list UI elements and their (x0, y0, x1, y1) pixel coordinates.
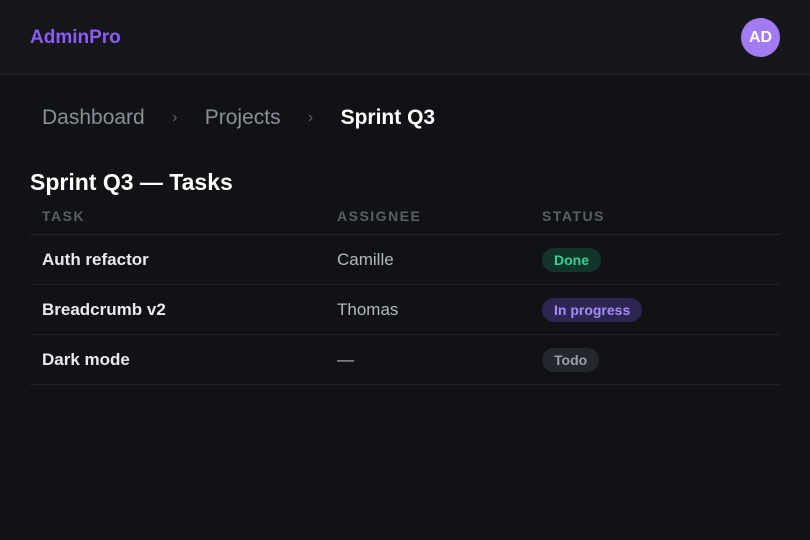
page-title: Sprint Q3 — Tasks (30, 169, 233, 196)
task-name-cell: Auth refactor (30, 234, 325, 285)
column-header-task[interactable]: TASK (30, 198, 325, 235)
breadcrumb: Dashboard › Projects › Sprint Q3 (42, 104, 435, 132)
assignee-cell: Thomas (325, 284, 530, 335)
column-header-assignee[interactable]: ASSIGNEE (325, 198, 530, 235)
assignee-cell: Camille (325, 234, 530, 285)
status-cell: Done (530, 234, 781, 285)
task-name-cell: Breadcrumb v2 (30, 284, 325, 335)
breadcrumb-item-dashboard[interactable]: Dashboard (42, 106, 145, 130)
table-row[interactable]: Auth refactor Camille Done (30, 234, 781, 285)
user-avatar[interactable]: AD (741, 18, 780, 57)
top-bar: AdminPro AD (0, 0, 810, 75)
chevron-right-icon: › (307, 109, 314, 126)
breadcrumb-current: Sprint Q3 (340, 106, 436, 129)
status-cell: In progress (530, 284, 781, 335)
status-badge: In progress (542, 297, 643, 322)
assignee-cell: — (325, 334, 530, 385)
breadcrumb-item-projects[interactable]: Projects (205, 106, 281, 130)
status-badge: Todo (542, 347, 600, 372)
brand-logo[interactable]: AdminPro (30, 27, 121, 49)
table-row[interactable]: Dark mode — Todo (30, 334, 781, 385)
status-badge: Done (542, 247, 601, 272)
task-name-cell: Dark mode (30, 334, 325, 385)
chevron-right-icon: › (172, 109, 178, 126)
table-header-row: TASK ASSIGNEE STATUS (30, 198, 781, 235)
task-table: TASK ASSIGNEE STATUS Auth refactor Camil… (30, 198, 781, 385)
column-header-status[interactable]: STATUS (530, 198, 781, 235)
status-cell: Todo (530, 334, 781, 385)
table-row[interactable]: Breadcrumb v2 Thomas In progress (30, 284, 781, 335)
